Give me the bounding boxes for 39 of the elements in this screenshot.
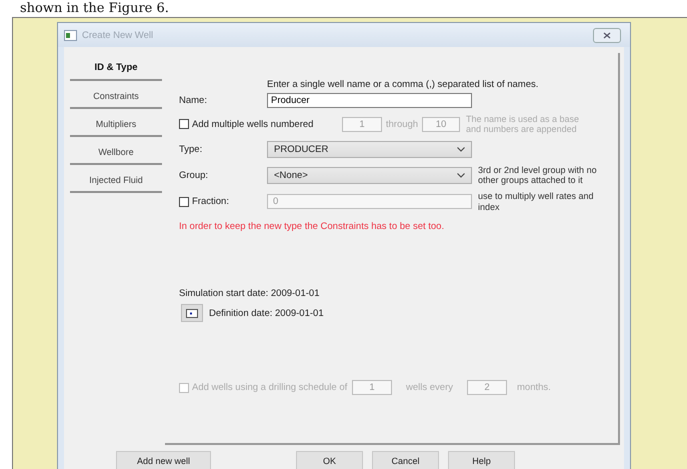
close-icon <box>603 32 611 38</box>
side-tab[interactable]: ID & Type <box>70 53 162 81</box>
dialog-button[interactable]: Cancel <box>372 451 439 469</box>
window-icon <box>64 30 77 40</box>
side-tab[interactable]: Injected Fluid <box>70 170 162 193</box>
dialog-button[interactable]: OK <box>296 451 363 469</box>
note-text: use to multiply well rates and index <box>478 191 595 212</box>
group-dropdown[interactable]: <None> <box>267 166 472 184</box>
instruction-text: Enter a single well name or a comma (,) separated list of names. <box>267 79 540 90</box>
calendar-button[interactable] <box>181 304 203 322</box>
calendar-icon <box>186 308 198 318</box>
definition-date-text: Definition date: 2009-01-01 <box>209 308 324 319</box>
note-text: 3rd or 2nd level group with no other groups attached to it <box>478 164 598 186</box>
field-label: Type: <box>179 144 204 155</box>
note-text: The name is used as a base and numbers are appended <box>466 114 580 135</box>
checkbox[interactable] <box>179 196 189 207</box>
warning-text: In order to keep the new type the Constraints has to be set too. <box>179 221 446 232</box>
checkbox-label: Add wells using a drilling schedule of <box>192 382 348 394</box>
chevron-icon <box>457 172 465 178</box>
through-label: through <box>384 118 420 130</box>
field-label: months. <box>517 382 551 394</box>
checkbox[interactable] <box>179 119 189 130</box>
checkbox-label: Add multiple wells numbered <box>192 118 314 130</box>
field-label: wells every <box>405 382 454 394</box>
close-button[interactable] <box>593 28 621 42</box>
chevron-icon <box>457 146 465 152</box>
window-title: Create New Well <box>82 30 154 40</box>
dialog-button[interactable]: Add new well <box>116 451 211 469</box>
dialog-button[interactable]: Help <box>448 451 515 469</box>
checkbox-label: Fraction: <box>192 196 229 208</box>
name-field[interactable]: Producer <box>267 93 472 108</box>
document-text: shown in the Figure 6. <box>20 1 169 16</box>
side-tab[interactable]: Wellbore <box>70 142 162 165</box>
side-tab[interactable]: Multipliers <box>70 114 162 137</box>
type-dropdown[interactable]: PRODUCER <box>267 140 472 158</box>
field-label: Group: <box>179 170 210 181</box>
field-label: Name: <box>179 95 208 106</box>
start-date-text: Simulation start date: 2009-01-01 <box>179 288 320 300</box>
side-tab[interactable]: Constraints <box>70 86 162 109</box>
